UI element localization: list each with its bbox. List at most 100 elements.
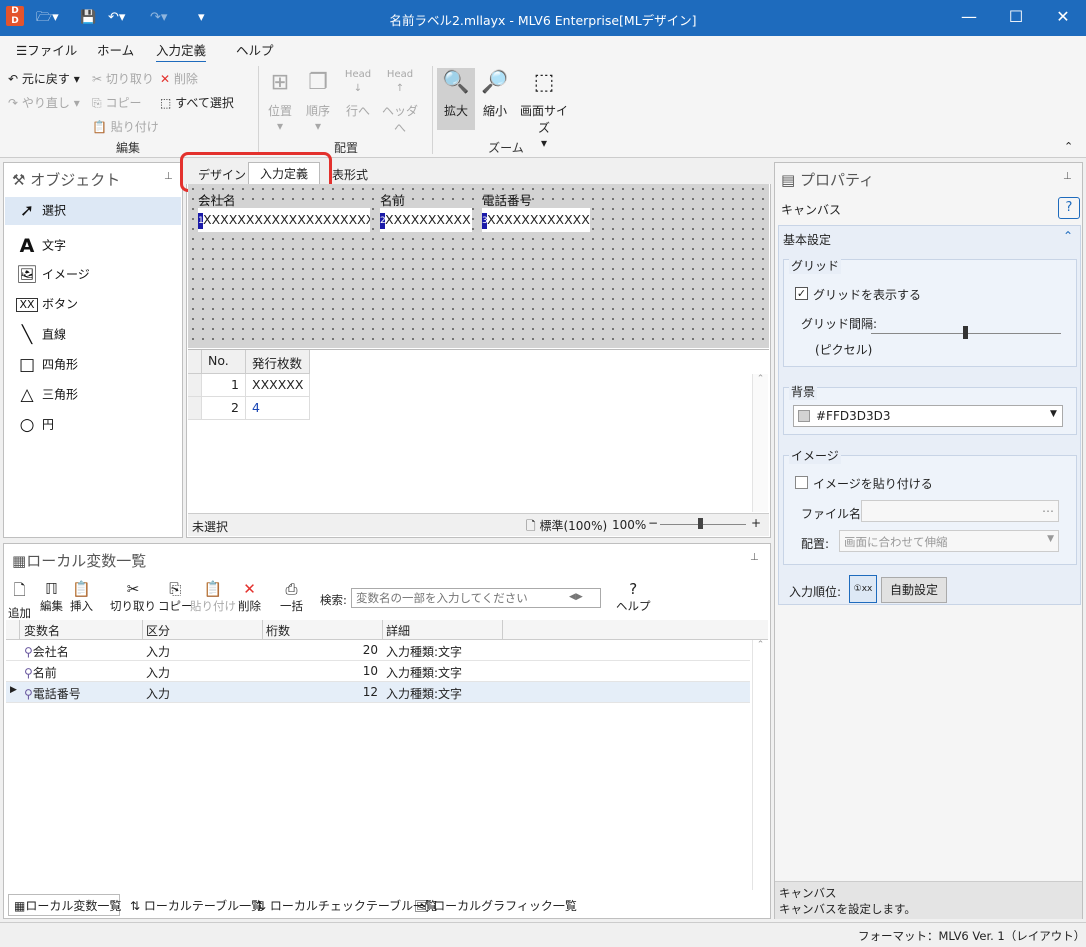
redo-button[interactable]: ↷ やり直し ▾ [8,94,80,111]
cut-button[interactable]: ✂ 切り取り [92,70,154,87]
row-header[interactable] [188,374,202,397]
tab-local-variables[interactable]: ▦ローカル変数一覧 [14,897,121,914]
field-company[interactable]: 1XXXXXXXXXXXXXXXXXXXX [198,208,370,232]
tab-local-graphics[interactable]: 🖼 ローカルグラフィック一覧 [414,897,577,914]
to-header-button[interactable]: Head ↑ ヘッダへ [380,68,420,136]
table-row[interactable]: ▶ ⚲電話番号 入力 12 入力種類:文字 [6,682,750,703]
menu-file[interactable]: ☰ファイル [16,40,77,59]
search-input[interactable] [351,588,601,608]
tool-button[interactable]: XX ボタン [16,295,78,312]
grid-scrollbar[interactable]: ⌃ [752,374,768,512]
delete-x-icon: ✕ [160,72,171,86]
basic-settings-header[interactable]: 基本設定 [783,231,831,248]
table-icon: ⇅ [130,899,141,913]
close-button[interactable]: ✕ [1040,0,1086,36]
var-scrollbar[interactable]: ⌃ [752,640,768,890]
pin-icon[interactable]: ⊥ [750,552,759,563]
pin-icon[interactable]: ⊥ [1063,171,1072,182]
undo-button[interactable]: ↶ 元に戻す ▾ [8,70,80,87]
row-header[interactable] [188,397,202,420]
add-button[interactable]: 🗋 追加 [8,580,31,621]
batch-button[interactable]: ⎙ 一括 [280,580,303,614]
data-grid: No. 発行枚数 1 XXXXXX 2 4 ⌃ [188,349,769,512]
grid-cell-count[interactable]: 4 [246,397,310,420]
paste-icon: 📋 [203,580,223,598]
variables-panel-title: ▦ローカル変数一覧 [12,552,147,570]
maximize-button[interactable]: ☐ [993,0,1039,36]
placement-select[interactable]: 画面に合わせて伸縮 ▼ [839,530,1059,552]
current-row-icon: ▶ [10,685,17,695]
menu-input-def[interactable]: 入力定義 [156,40,207,63]
col-varname[interactable]: 変数名 [20,622,142,639]
tool-circle[interactable]: ○ 円 [16,415,54,435]
background-color-select[interactable]: #FFD3D3D3 ▼ [793,405,1063,427]
pin-icon[interactable]: ⊥ [164,171,173,182]
tab-local-tables[interactable]: ⇅ ローカルテーブル一覧 [130,897,263,914]
menu-home[interactable]: ホーム [97,40,134,59]
chevron-down-icon: ▼ [1050,409,1057,419]
objects-panel: ⚒ オブジェクト ⊥ ➚ 選択 A 文字 🖼 イメージ XX ボタン ╲ 直線 □ 四角形 … [3,162,183,538]
collapse-icon[interactable]: ⌃ [1063,229,1073,243]
var-copy-button[interactable]: ⎘ コピー [158,580,193,614]
tool-image[interactable]: 🖼 イメージ [16,265,90,285]
placement-label: 配置: [801,537,830,551]
grid-cell-count[interactable]: XXXXXX [246,374,310,397]
line-icon: ╲ [21,325,33,345]
image-group-label: イメージ [789,447,841,464]
var-delete-button[interactable]: ✕ 削除 [238,580,261,614]
design-canvas[interactable]: 会社名 1XXXXXXXXXXXXXXXXXXXX 名前 2XXXXXXXXXX… [188,184,769,348]
tool-line[interactable]: ╲ 直線 [16,325,66,345]
variables-panel: ▦ローカル変数一覧 ⊥ 🗋 追加 ℿ 編集 📋 挿入 ✂ 切り取り ⎘ コピー 📋 貼り付け… [3,543,771,919]
edit-button[interactable]: ℿ 編集 [40,580,63,614]
tab-local-check-tables[interactable]: ⇅ ローカルチェックテーブル一覧 [256,897,437,914]
col-kind[interactable]: 区分 [146,622,170,639]
select-all-button[interactable]: ⬚ すべて選択 [160,94,234,111]
input-order-icon[interactable]: ①xx [849,575,877,603]
zoom-standard-button[interactable]: 🗋 標準(100%) [526,517,607,538]
property-description: キャンバス キャンバスを設定します。 [775,881,1082,919]
field-name[interactable]: 2XXXXXXXXXX [380,208,472,232]
minimize-button[interactable]: — [946,0,992,36]
var-help-button[interactable]: ? ヘルプ [616,580,651,614]
tool-rectangle[interactable]: □ 四角形 [16,355,78,375]
grid-spacing-thumb[interactable] [963,326,968,339]
insert-button[interactable]: 📋 挿入 [70,580,93,614]
tool-triangle[interactable]: △ 三角形 [16,385,78,405]
group-edit-label: 編集 [115,141,140,155]
zoom-plus-button[interactable]: + [751,516,761,530]
tool-text[interactable]: A 文字 [16,235,66,257]
zoom-minus-button[interactable]: − [648,516,658,530]
collapse-ribbon-icon[interactable]: ⌃ [1064,140,1073,153]
var-cut-button[interactable]: ✂ 切り取り [110,580,156,614]
col-digits[interactable]: 桁数 [266,622,290,639]
auto-set-button[interactable]: 自動設定 [881,577,947,603]
grid-corner [188,350,202,374]
show-grid-checkbox[interactable]: ✓ [795,287,808,300]
copy-button[interactable]: ⎘ コピー [92,94,141,111]
file-name-input[interactable]: … [861,500,1059,522]
table-row[interactable]: ⚲会社名 入力 20 入力種類:文字 [6,640,750,661]
to-row-button[interactable]: Head ↓ 行へ [340,68,376,119]
tool-select[interactable]: ➚ 選択 [16,201,66,221]
screen-size-button[interactable]: ⬚ 画面サイズ ▾ [516,68,572,150]
field-phone[interactable]: 3XXXXXXXXXXXX [482,208,590,232]
zoom-slider-thumb[interactable] [698,518,703,529]
menu-help[interactable]: ヘルプ [236,40,274,59]
delete-button[interactable]: ✕ 削除 [160,70,198,87]
search-nav-icon[interactable]: ◀▶ [569,592,583,602]
position-icon: ⊞ [270,70,290,95]
grid-cell-no[interactable]: 1 [202,374,246,397]
tab-table[interactable]: 表形式 [332,166,368,183]
order-button[interactable]: ❐ 順序 ▾ [302,68,334,133]
zoom-slider[interactable] [660,524,746,525]
zoom-out-button[interactable]: 🔎 縮小 [480,68,510,119]
paste-image-checkbox[interactable] [795,476,808,489]
col-detail[interactable]: 詳細 [386,622,410,639]
paste-button[interactable]: 📋 貼り付け [92,118,159,135]
help-icon[interactable]: ? [1058,197,1080,219]
zoom-in-button[interactable]: 🔍 拡大 [437,68,475,130]
table-row[interactable]: ⚲名前 入力 10 入力種類:文字 [6,661,750,682]
var-paste-button[interactable]: 📋 貼り付け [190,580,236,614]
position-button[interactable]: ⊞ 位置 ▾ [264,68,296,133]
grid-cell-no[interactable]: 2 [202,397,246,420]
